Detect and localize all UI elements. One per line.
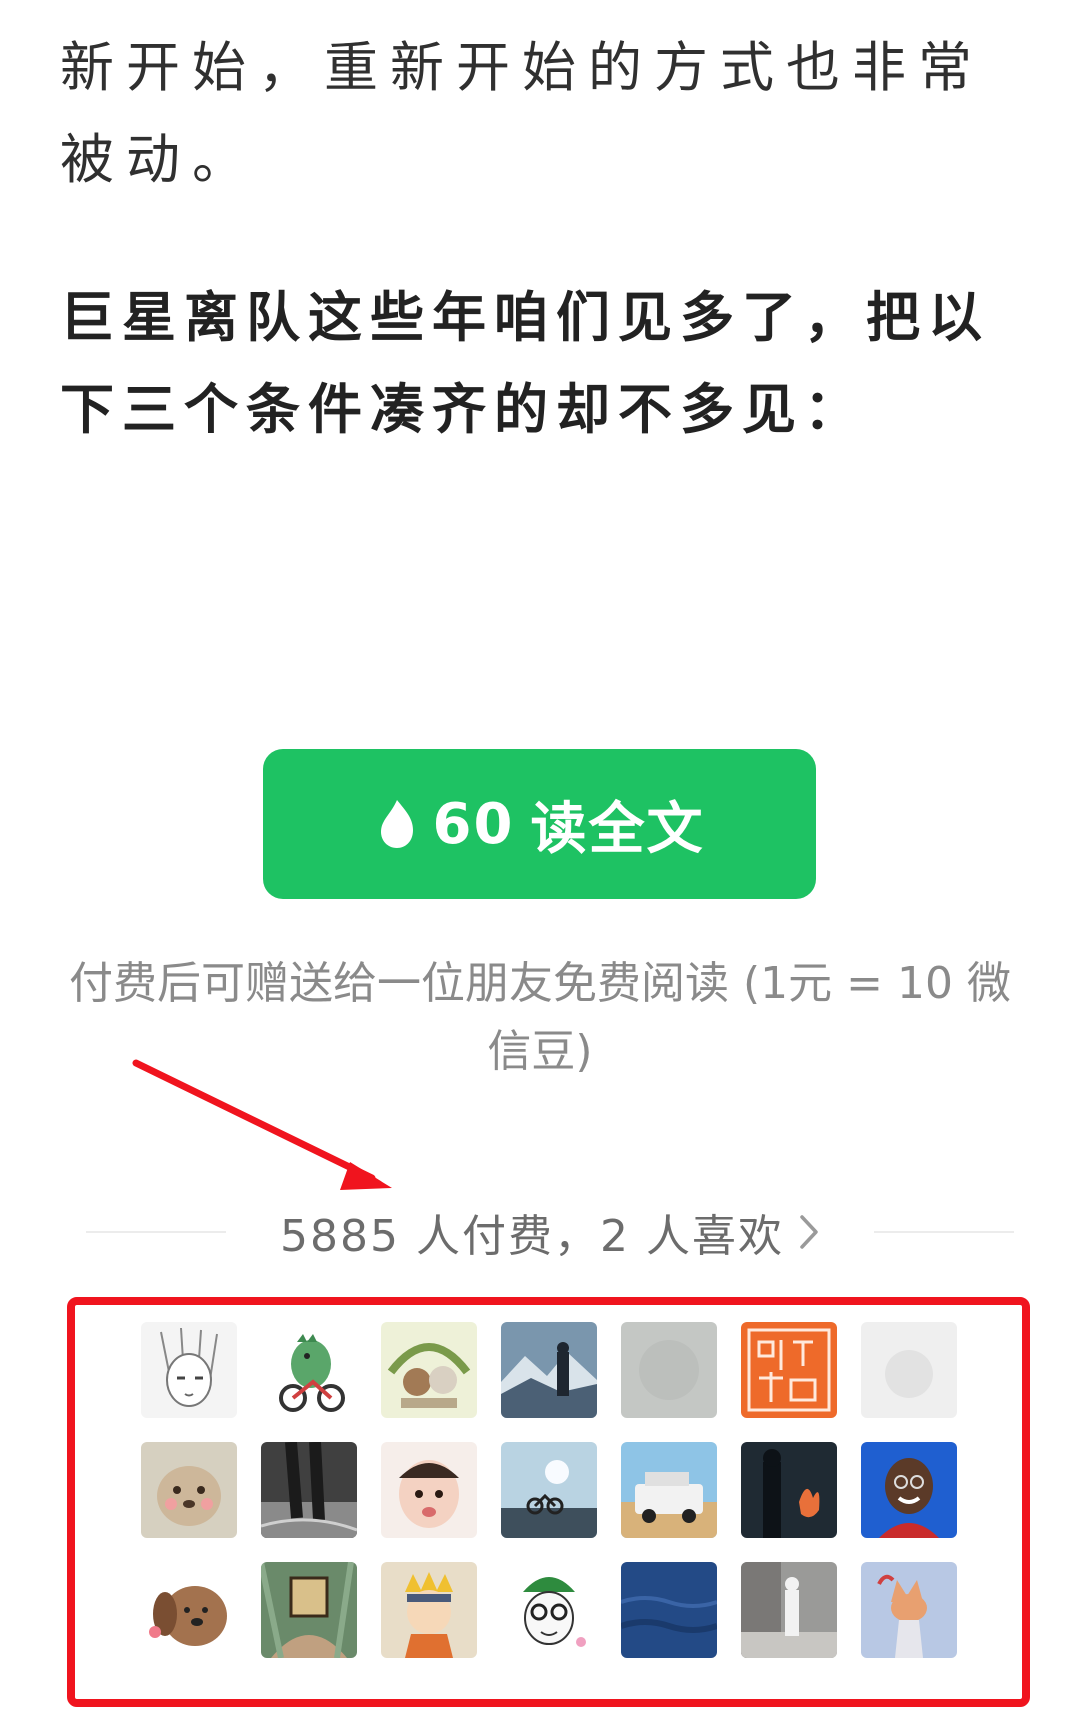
avatar[interactable] xyxy=(141,1562,237,1658)
avatar[interactable] xyxy=(381,1442,477,1538)
avatar[interactable] xyxy=(861,1562,957,1658)
article-paragraph-1: 新开始，重新开始的方式也非常被动。 xyxy=(60,36,984,191)
avatar[interactable] xyxy=(741,1322,837,1418)
avatar[interactable] xyxy=(381,1322,477,1418)
payers-likes-link[interactable]: 5885 人付费，2 人喜欢 xyxy=(280,1200,820,1264)
avatar[interactable] xyxy=(741,1562,837,1658)
avatar[interactable] xyxy=(261,1322,357,1418)
avatar[interactable] xyxy=(501,1322,597,1418)
payers-likes-text: 5885 人付费，2 人喜欢 xyxy=(280,1211,784,1262)
article-paragraph-2-bold: 巨星离队这些年咱们见多了，把以下三个条件凑齐的却不多见： xyxy=(60,286,990,441)
avatar[interactable] xyxy=(501,1562,597,1658)
avatar[interactable] xyxy=(741,1442,837,1538)
wechat-bean-icon xyxy=(380,800,413,848)
price-amount: 60 xyxy=(432,791,515,857)
read-full-article-button[interactable]: 60 读全文 xyxy=(263,749,816,899)
avatar[interactable] xyxy=(621,1322,717,1418)
avatar[interactable] xyxy=(861,1322,957,1418)
avatar[interactable] xyxy=(621,1442,717,1538)
avatar[interactable] xyxy=(381,1562,477,1658)
divider-right xyxy=(873,1231,1015,1233)
payer-avatar-grid xyxy=(141,1322,957,1658)
avatar[interactable] xyxy=(141,1442,237,1538)
avatar[interactable] xyxy=(141,1322,237,1418)
avatar[interactable] xyxy=(261,1562,357,1658)
avatar[interactable] xyxy=(861,1442,957,1538)
avatar[interactable] xyxy=(621,1562,717,1658)
chevron-right-icon xyxy=(800,1215,818,1249)
divider-left xyxy=(86,1231,227,1233)
avatar[interactable] xyxy=(501,1442,597,1538)
payment-stats-row: 5885 人付费，2 人喜欢 xyxy=(86,1200,1015,1264)
read-full-label: 读全文 xyxy=(530,796,705,862)
gift-note: 付费后可赠送给一位朋友免费阅读 (1元 = 10 微信豆) xyxy=(69,958,1011,1077)
avatar[interactable] xyxy=(261,1442,357,1538)
